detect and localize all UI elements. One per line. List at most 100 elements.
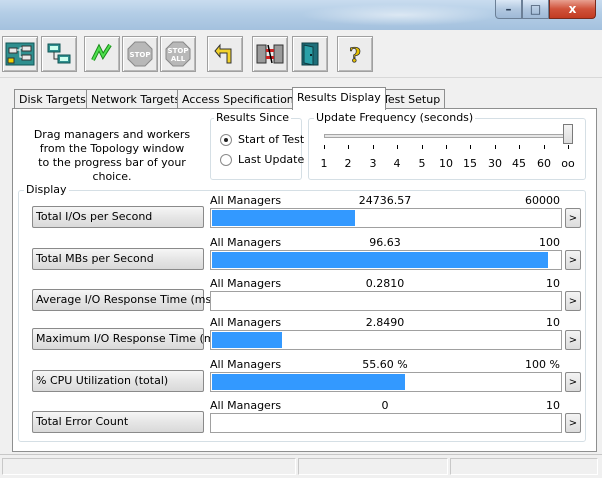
metric-max: 10 — [546, 316, 560, 329]
metric-source: All Managers — [210, 358, 282, 371]
slider-tick-label: 45 — [512, 157, 526, 170]
slider-tick — [324, 145, 325, 149]
start-tests-button[interactable] — [84, 36, 120, 72]
metric-source: All Managers — [210, 399, 282, 412]
metric-more-button[interactable]: > — [565, 250, 581, 270]
radio-indicator — [220, 133, 232, 146]
stop-all-icon: STOP ALL — [165, 41, 191, 67]
metric-select-button[interactable]: Total Error Count — [32, 411, 204, 433]
metric-value: 96.63 — [369, 236, 401, 249]
stop-all-button[interactable]: STOP ALL — [160, 36, 196, 72]
display-title: Display — [24, 183, 69, 196]
metric-progress-bar — [210, 250, 562, 270]
tab-disk-targets[interactable]: Disk Targets — [14, 89, 91, 109]
results-since-title: Results Since — [214, 111, 292, 124]
slider-tick — [422, 145, 423, 149]
status-segment-3 — [450, 458, 598, 475]
metric-select-button[interactable]: Total MBs per Second — [32, 248, 204, 270]
metric-source: All Managers — [210, 236, 282, 249]
metric-select-button[interactable]: Maximum I/O Response Time (ms) — [32, 328, 225, 350]
slider-tick-label: 10 — [439, 157, 453, 170]
metric-max: 10 — [546, 399, 560, 412]
metric-select-button[interactable]: Total I/Os per Second — [32, 206, 204, 228]
metric-value: 2.8490 — [365, 316, 405, 329]
slider-tick-label: 1 — [320, 157, 328, 170]
disconnect-icon — [256, 44, 284, 64]
metric-progress-fill — [212, 332, 282, 348]
exit-button[interactable] — [292, 36, 328, 72]
slider-tick — [373, 145, 374, 149]
svg-text:ALL: ALL — [171, 55, 186, 63]
start-of-test-radio[interactable]: Start of Test — [220, 133, 304, 146]
metric-max: 100 % — [525, 358, 560, 371]
hint-line-2: from the Topology window — [39, 142, 185, 155]
metric-progress-fill — [212, 252, 548, 268]
metric-more-button[interactable]: > — [565, 208, 581, 228]
topology-button[interactable] — [2, 36, 38, 72]
tab-test-setup[interactable]: Test Setup — [378, 89, 446, 109]
svg-text:STOP: STOP — [168, 47, 189, 55]
metric-max: 100 — [539, 236, 560, 249]
stop-icon: STOP — [127, 41, 153, 67]
metric-value: 24736.57 — [358, 194, 412, 207]
slider-tick-label: 5 — [418, 157, 426, 170]
slider-tick-label: 4 — [393, 157, 401, 170]
metric-more-button[interactable]: > — [565, 330, 581, 350]
update-frequency-track[interactable] — [324, 134, 570, 138]
metric-more-button[interactable]: > — [565, 413, 581, 433]
metric-max: 60000 — [525, 194, 560, 207]
metric-progress-fill — [212, 210, 355, 226]
minimize-button[interactable]: – — [495, 0, 522, 19]
slider-tick — [348, 145, 349, 149]
hint-line-3: to the progress bar of your choice. — [38, 156, 186, 183]
slider-tick-label: 2 — [344, 157, 352, 170]
update-frequency-thumb[interactable] — [563, 124, 573, 144]
tab-network-targets[interactable]: Network Targets — [86, 89, 186, 109]
network-button[interactable] — [41, 36, 77, 72]
slider-tick — [470, 145, 471, 149]
drag-hint: Drag managers and workers from the Topol… — [20, 128, 204, 184]
slider-tick — [519, 145, 520, 149]
reset-workers-button[interactable] — [207, 36, 243, 72]
status-segment-2 — [298, 458, 448, 475]
slider-tick-label: 15 — [463, 157, 477, 170]
svg-text:?: ? — [349, 43, 361, 67]
close-button[interactable]: x — [549, 0, 596, 19]
metric-select-button[interactable]: Average I/O Response Time (ms) — [32, 289, 216, 311]
maximize-button[interactable]: □ — [522, 0, 549, 19]
help-button[interactable]: ? — [337, 36, 373, 72]
metric-select-button[interactable]: % CPU Utilization (total) — [32, 370, 204, 392]
slider-tick-label: oo — [561, 157, 575, 170]
radio-indicator — [220, 153, 232, 166]
start-tests-icon — [91, 43, 112, 61]
metric-more-button[interactable]: > — [565, 291, 581, 311]
slider-tick-label: 60 — [537, 157, 551, 170]
toolbar: STOP STOP ALL ? — [0, 30, 602, 78]
metric-more-button[interactable]: > — [565, 372, 581, 392]
hint-line-1: Drag managers and workers — [33, 128, 191, 141]
tab-access-specifications[interactable]: Access Specifications — [177, 89, 305, 109]
update-frequency-group — [308, 118, 586, 180]
slider-tick — [397, 145, 398, 149]
status-bar — [0, 454, 602, 478]
metric-source: All Managers — [210, 316, 282, 329]
metric-source: All Managers — [210, 277, 282, 290]
svg-text:STOP: STOP — [130, 51, 151, 59]
update-frequency-title: Update Frequency (seconds) — [314, 111, 476, 124]
reset-workers-icon — [214, 43, 232, 64]
help-icon: ? — [349, 43, 362, 67]
slider-tick-label: 30 — [488, 157, 502, 170]
metric-max: 10 — [546, 277, 560, 290]
last-update-radio[interactable]: Last Update — [220, 153, 304, 166]
metric-progress-bar — [210, 413, 562, 433]
metric-progress-fill — [212, 374, 405, 390]
metric-source: All Managers — [210, 194, 282, 207]
metric-progress-bar — [210, 372, 562, 392]
slider-tick — [568, 145, 569, 149]
disconnect-button[interactable] — [252, 36, 288, 72]
window-title-bar[interactable]: – □ x — [0, 0, 602, 30]
stop-button[interactable]: STOP — [122, 36, 158, 72]
tab-results-display[interactable]: Results Display — [292, 87, 386, 110]
results-since-group — [210, 118, 302, 180]
slider-tick-label: 3 — [369, 157, 377, 170]
